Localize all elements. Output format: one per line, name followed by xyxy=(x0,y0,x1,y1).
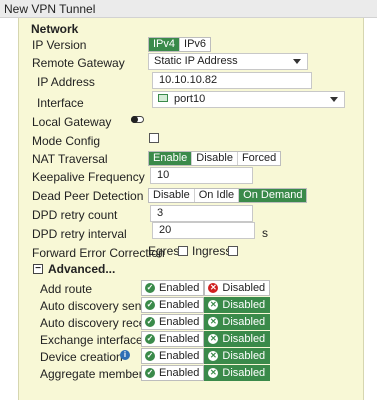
dpd-retry-interval-unit: s xyxy=(262,226,268,240)
info-icon[interactable]: i xyxy=(120,350,130,360)
nat-traversal-label: NAT Traversal xyxy=(32,152,108,166)
disabled-label: Disabled xyxy=(222,282,266,294)
dpd-retry-count-input[interactable]: 3 xyxy=(150,205,253,222)
enabled-label: Enabled xyxy=(159,333,200,345)
fec-egress-checkbox[interactable] xyxy=(178,246,188,256)
mode-config-checkbox[interactable] xyxy=(149,133,159,143)
section-title-network: Network xyxy=(31,22,79,36)
nat-traversal-disable[interactable]: Disable xyxy=(192,152,238,165)
remote-gateway-label: Remote Gateway xyxy=(32,56,125,70)
check-circle-icon: ✓ xyxy=(145,283,155,293)
x-circle-icon: ✕ xyxy=(208,317,219,327)
dpd-on-demand[interactable]: On Demand xyxy=(239,189,307,202)
nat-traversal-forced[interactable]: Forced xyxy=(238,152,280,165)
keepalive-input[interactable]: 10 xyxy=(150,167,253,184)
add-route-label: Add route xyxy=(40,282,93,296)
dpd-label: Dead Peer Detection xyxy=(32,189,144,203)
ip-address-label: IP Address xyxy=(37,75,95,89)
mode-config-label: Mode Config xyxy=(32,134,101,148)
auto-discovery-sender-disabled[interactable]: ✕ Disabled xyxy=(204,297,271,313)
chevron-down-icon xyxy=(293,59,301,64)
auto-discovery-sender-enabled[interactable]: ✓ Enabled xyxy=(141,297,205,313)
advanced-toggle[interactable]: Advanced... xyxy=(48,262,115,276)
disabled-label: Disabled xyxy=(222,299,266,311)
ip-version-ipv6[interactable]: IPv6 xyxy=(180,38,210,51)
auto-discovery-sender-toggle: ✓ Enabled ✕ Disabled xyxy=(141,297,271,313)
toggle-knob xyxy=(131,116,138,123)
x-circle-icon: ✕ xyxy=(208,334,219,344)
exchange-interface-ip-label: Exchange interface IP xyxy=(40,333,158,347)
disabled-label: Disabled xyxy=(222,350,266,362)
x-circle-icon: ✕ xyxy=(208,368,219,378)
fec-ingress-checkbox[interactable] xyxy=(228,246,238,256)
nat-traversal-enable[interactable]: Enable xyxy=(149,152,193,165)
port-icon xyxy=(158,94,168,103)
keepalive-label: Keepalive Frequency xyxy=(32,170,145,184)
enabled-label: Enabled xyxy=(159,282,200,294)
check-circle-icon: ✓ xyxy=(145,351,155,361)
disabled-label: Disabled xyxy=(222,333,266,345)
add-route-disabled[interactable]: ✕ Disabled xyxy=(204,280,271,296)
exchange-interface-ip-toggle: ✓ Enabled ✕ Disabled xyxy=(141,331,271,347)
device-creation-label: Device creation xyxy=(40,350,123,364)
aggregate-member-enabled[interactable]: ✓ Enabled xyxy=(141,365,205,381)
x-circle-icon: ✕ xyxy=(208,283,219,293)
auto-discovery-receiver-disabled[interactable]: ✕ Disabled xyxy=(204,314,271,330)
fec-ingress-label: Ingress xyxy=(192,244,232,258)
remote-gateway-select[interactable]: Static IP Address xyxy=(148,53,308,70)
local-gateway-label: Local Gateway xyxy=(32,115,112,129)
auto-discovery-receiver-toggle: ✓ Enabled ✕ Disabled xyxy=(141,314,271,330)
chevron-down-icon xyxy=(330,97,338,102)
dpd-toggle: Disable On Idle On Demand xyxy=(148,188,308,203)
check-circle-icon: ✓ xyxy=(145,317,155,327)
interface-select[interactable]: port10 xyxy=(152,91,345,108)
dpd-retry-interval-input[interactable]: 20 xyxy=(152,222,255,239)
interface-label: Interface xyxy=(37,96,84,110)
check-circle-icon: ✓ xyxy=(145,334,155,344)
exchange-interface-ip-disabled[interactable]: ✕ Disabled xyxy=(204,331,271,347)
add-route-enabled[interactable]: ✓ Enabled xyxy=(141,280,205,296)
fec-label: Forward Error Correction xyxy=(32,246,165,260)
local-gateway-toggle[interactable] xyxy=(131,116,144,123)
disabled-label: Disabled xyxy=(222,316,266,328)
aggregate-member-toggle: ✓ Enabled ✕ Disabled xyxy=(141,365,271,381)
window-title: New VPN Tunnel xyxy=(0,0,377,18)
check-circle-icon: ✓ xyxy=(145,300,155,310)
x-circle-icon: ✕ xyxy=(208,300,219,310)
aggregate-member-disabled[interactable]: ✕ Disabled xyxy=(204,365,271,381)
device-creation-enabled[interactable]: ✓ Enabled xyxy=(141,348,205,364)
auto-discovery-receiver-enabled[interactable]: ✓ Enabled xyxy=(141,314,205,330)
device-creation-disabled[interactable]: ✕ Disabled xyxy=(204,348,271,364)
enabled-label: Enabled xyxy=(159,367,200,379)
dpd-on-idle[interactable]: On Idle xyxy=(195,189,240,202)
ip-version-label: IP Version xyxy=(32,38,87,52)
interface-value: port10 xyxy=(174,93,206,105)
collapse-icon[interactable]: − xyxy=(33,264,43,274)
check-circle-icon: ✓ xyxy=(145,368,155,378)
enabled-label: Enabled xyxy=(159,350,200,362)
x-circle-icon: ✕ xyxy=(208,351,219,361)
dpd-retry-count-label: DPD retry count xyxy=(32,208,118,222)
nat-traversal-toggle: Enable Disable Forced xyxy=(148,151,282,166)
remote-gateway-value: Static IP Address xyxy=(154,55,238,67)
enabled-label: Enabled xyxy=(159,316,200,328)
exchange-interface-ip-enabled[interactable]: ✓ Enabled xyxy=(141,331,205,347)
enabled-label: Enabled xyxy=(159,299,200,311)
device-creation-toggle: ✓ Enabled ✕ Disabled xyxy=(141,348,271,364)
dpd-retry-interval-label: DPD retry interval xyxy=(32,227,127,241)
disabled-label: Disabled xyxy=(222,367,266,379)
dpd-disable[interactable]: Disable xyxy=(149,189,195,202)
ip-address-input[interactable]: 10.10.10.82 xyxy=(152,72,312,89)
add-route-toggle: ✓ Enabled ✕ Disabled xyxy=(141,280,271,296)
ip-version-ipv4[interactable]: IPv4 xyxy=(149,38,181,51)
ip-version-toggle: IPv4 IPv6 xyxy=(148,37,212,52)
aggregate-member-label: Aggregate member xyxy=(40,367,143,381)
